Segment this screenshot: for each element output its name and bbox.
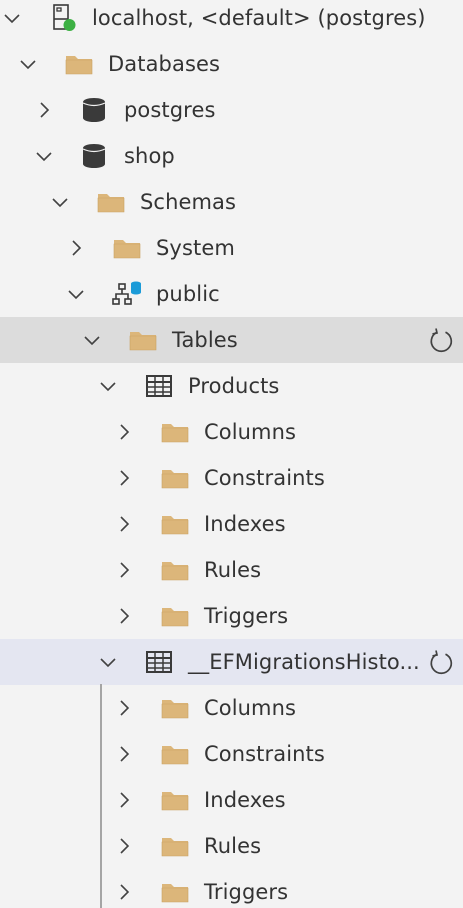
tree-node[interactable]: localhost, <default> (postgres)	[0, 0, 463, 41]
tree-node[interactable]: Indexes	[0, 777, 463, 823]
tree-node-label: Indexes	[204, 512, 286, 536]
tree-node-label: Columns	[204, 420, 297, 444]
chevron-right-icon[interactable]	[112, 466, 136, 490]
folder-icon	[160, 510, 190, 538]
tree-node[interactable]: Rules	[0, 823, 463, 869]
chevron-down-icon[interactable]	[16, 52, 40, 76]
tree-node[interactable]: Columns	[0, 685, 463, 731]
chevron-down-icon[interactable]	[96, 374, 120, 398]
tree-node-label: Schemas	[140, 190, 237, 214]
chevron-right-icon[interactable]	[112, 696, 136, 720]
chevron-down-icon[interactable]	[0, 6, 24, 30]
refresh-icon[interactable]	[427, 327, 455, 355]
refresh-icon[interactable]	[427, 649, 455, 677]
chevron-down-icon[interactable]	[32, 144, 56, 168]
chevron-right-icon[interactable]	[112, 558, 136, 582]
database-icon	[80, 96, 110, 124]
chevron-right-icon[interactable]	[112, 512, 136, 536]
tree-node-label: Constraints	[204, 466, 325, 490]
tree-node-label: Databases	[108, 52, 221, 76]
tree-node[interactable]: Indexes	[0, 501, 463, 547]
tree-node[interactable]: Rules	[0, 547, 463, 593]
folder-icon	[160, 464, 190, 492]
tree-node-label: Triggers	[204, 880, 289, 904]
tree-node[interactable]: Constraints	[0, 455, 463, 501]
tree-node-label: Triggers	[204, 604, 289, 628]
tree-node-label: Indexes	[204, 788, 286, 812]
chevron-down-icon[interactable]	[64, 282, 88, 306]
tree-node-label: Tables	[172, 328, 238, 352]
chevron-right-icon[interactable]	[112, 604, 136, 628]
indent-guide	[100, 684, 102, 908]
table-icon	[144, 648, 174, 676]
tree-node[interactable]: Schemas	[0, 179, 463, 225]
table-icon	[144, 372, 174, 400]
tree-node-label: localhost, <default> (postgres)	[92, 6, 426, 30]
chevron-down-icon[interactable]	[48, 190, 72, 214]
tree-node-label: postgres	[124, 98, 216, 122]
tree-node[interactable]: Products	[0, 363, 463, 409]
chevron-down-icon[interactable]	[80, 328, 104, 352]
chevron-right-icon[interactable]	[32, 98, 56, 122]
tree-node-label: Rules	[204, 834, 262, 858]
tree-node-label: Columns	[204, 696, 297, 720]
tree-node-label: public	[156, 282, 220, 306]
tree-node[interactable]: Triggers	[0, 869, 463, 908]
folder-icon	[160, 694, 190, 722]
folder-icon	[160, 832, 190, 860]
tree-node-label: Rules	[204, 558, 262, 582]
database-icon	[80, 142, 110, 170]
tree-node-label: System	[156, 236, 235, 260]
folder-icon	[160, 878, 190, 906]
folder-icon	[160, 418, 190, 446]
tree-node[interactable]: Tables	[0, 317, 463, 363]
folder-icon	[128, 326, 158, 354]
schema-icon	[112, 280, 142, 308]
server-icon	[48, 4, 78, 32]
chevron-right-icon[interactable]	[112, 834, 136, 858]
folder-icon	[160, 556, 190, 584]
folder-icon	[96, 188, 126, 216]
chevron-right-icon[interactable]	[64, 236, 88, 260]
tree-node[interactable]: Columns	[0, 409, 463, 455]
object-explorer-tree: localhost, <default> (postgres) Databases…	[0, 0, 463, 908]
folder-icon	[160, 740, 190, 768]
tree-node-label: Products	[188, 374, 280, 398]
folder-icon	[64, 50, 94, 78]
tree-node[interactable]: System	[0, 225, 463, 271]
tree-node-label: Constraints	[204, 742, 325, 766]
folder-icon	[160, 786, 190, 814]
tree-node[interactable]: Databases	[0, 41, 463, 87]
chevron-right-icon[interactable]	[112, 742, 136, 766]
chevron-down-icon[interactable]	[96, 650, 120, 674]
chevron-right-icon[interactable]	[112, 420, 136, 444]
tree-node-label: __EFMigrationsHisto...	[188, 650, 420, 674]
tree-node-label: shop	[124, 144, 175, 168]
folder-icon	[112, 234, 142, 262]
tree-node[interactable]: Triggers	[0, 593, 463, 639]
tree-node[interactable]: Constraints	[0, 731, 463, 777]
tree-node[interactable]: postgres	[0, 87, 463, 133]
tree-node[interactable]: public	[0, 271, 463, 317]
folder-icon	[160, 602, 190, 630]
tree-node[interactable]: __EFMigrationsHisto...	[0, 639, 463, 685]
tree-node[interactable]: shop	[0, 133, 463, 179]
chevron-right-icon[interactable]	[112, 880, 136, 904]
chevron-right-icon[interactable]	[112, 788, 136, 812]
